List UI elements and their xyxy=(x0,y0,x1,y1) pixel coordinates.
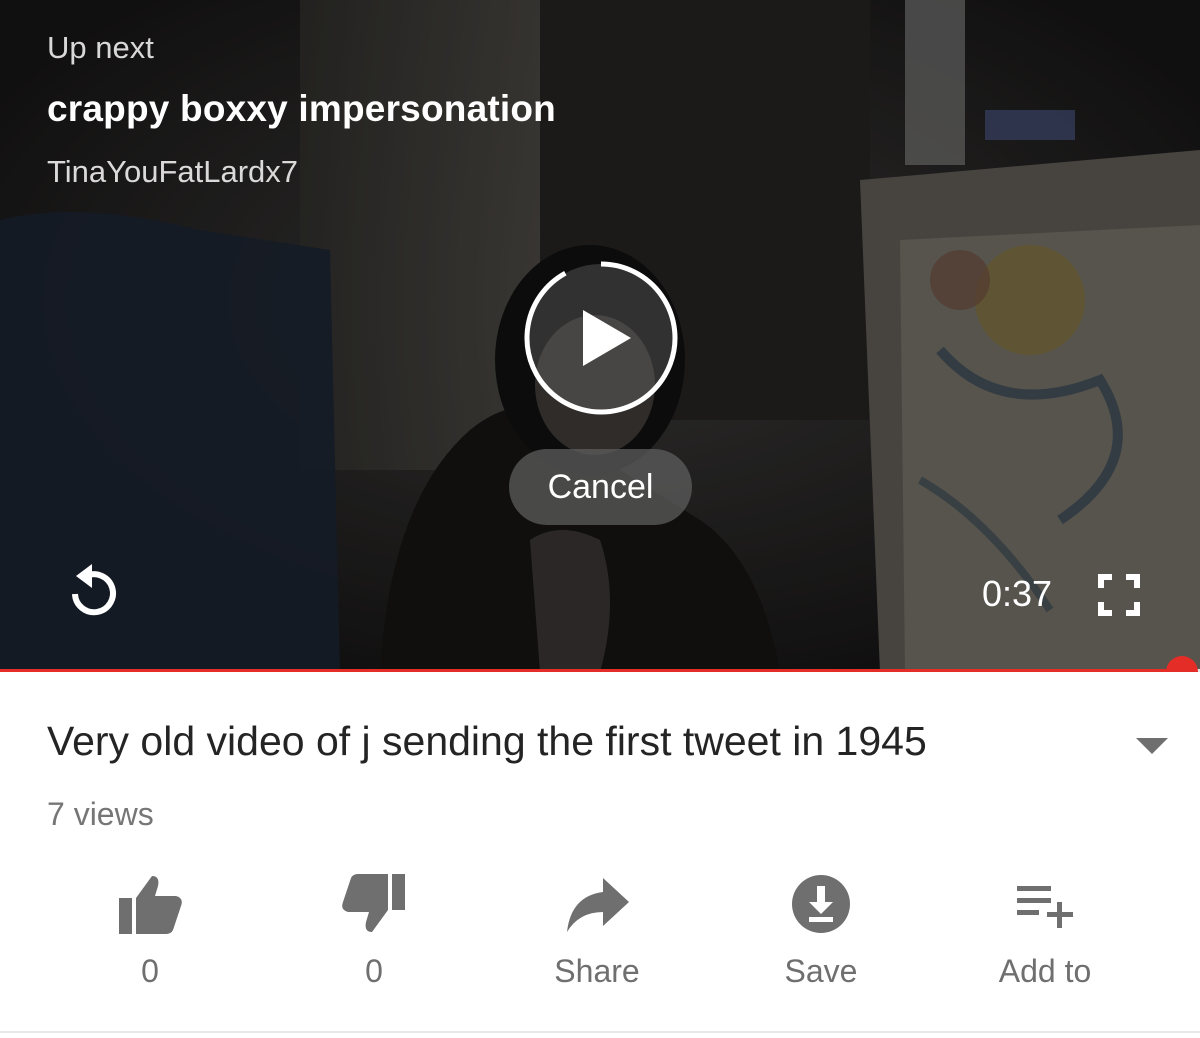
up-next-title[interactable]: crappy boxxy impersonation xyxy=(47,88,556,130)
chevron-down-icon[interactable] xyxy=(1136,738,1168,754)
view-count: 7 views xyxy=(47,796,154,832)
replay-icon[interactable] xyxy=(64,562,122,624)
divider xyxy=(0,1031,1200,1033)
action-bar: 0 0 Share Save Add to xyxy=(0,860,1200,1000)
download-icon xyxy=(792,875,850,933)
add-to-label: Add to xyxy=(998,953,1092,989)
thumbs-up-icon xyxy=(119,876,182,934)
add-to-button[interactable]: Add to xyxy=(955,860,1135,1000)
autoplay-play-button[interactable] xyxy=(521,258,681,418)
up-next-label: Up next xyxy=(47,30,154,65)
share-label: Share xyxy=(554,953,640,989)
video-title[interactable]: Very old video of j sending the first tw… xyxy=(47,718,927,765)
dislike-count: 0 xyxy=(365,953,383,989)
like-count: 0 xyxy=(141,953,159,989)
progress-bar-fill xyxy=(0,669,1182,672)
share-icon xyxy=(567,878,629,932)
cancel-button[interactable]: Cancel xyxy=(509,449,692,525)
progress-bar[interactable] xyxy=(0,656,1200,672)
fullscreen-icon[interactable] xyxy=(1098,574,1140,616)
like-button[interactable]: 0 xyxy=(60,860,240,1000)
save-label: Save xyxy=(784,953,858,989)
video-player[interactable]: Up next crappy boxxy impersonation TinaY… xyxy=(0,0,1200,672)
up-next-channel: TinaYouFatLardx7 xyxy=(47,154,299,189)
thumbs-down-icon xyxy=(342,874,405,932)
add-to-playlist-icon xyxy=(1017,886,1073,928)
share-button[interactable]: Share xyxy=(507,860,687,1000)
elapsed-time: 0:37 xyxy=(982,573,1053,614)
save-button[interactable]: Save xyxy=(731,860,911,1000)
dislike-button[interactable]: 0 xyxy=(284,860,464,1000)
